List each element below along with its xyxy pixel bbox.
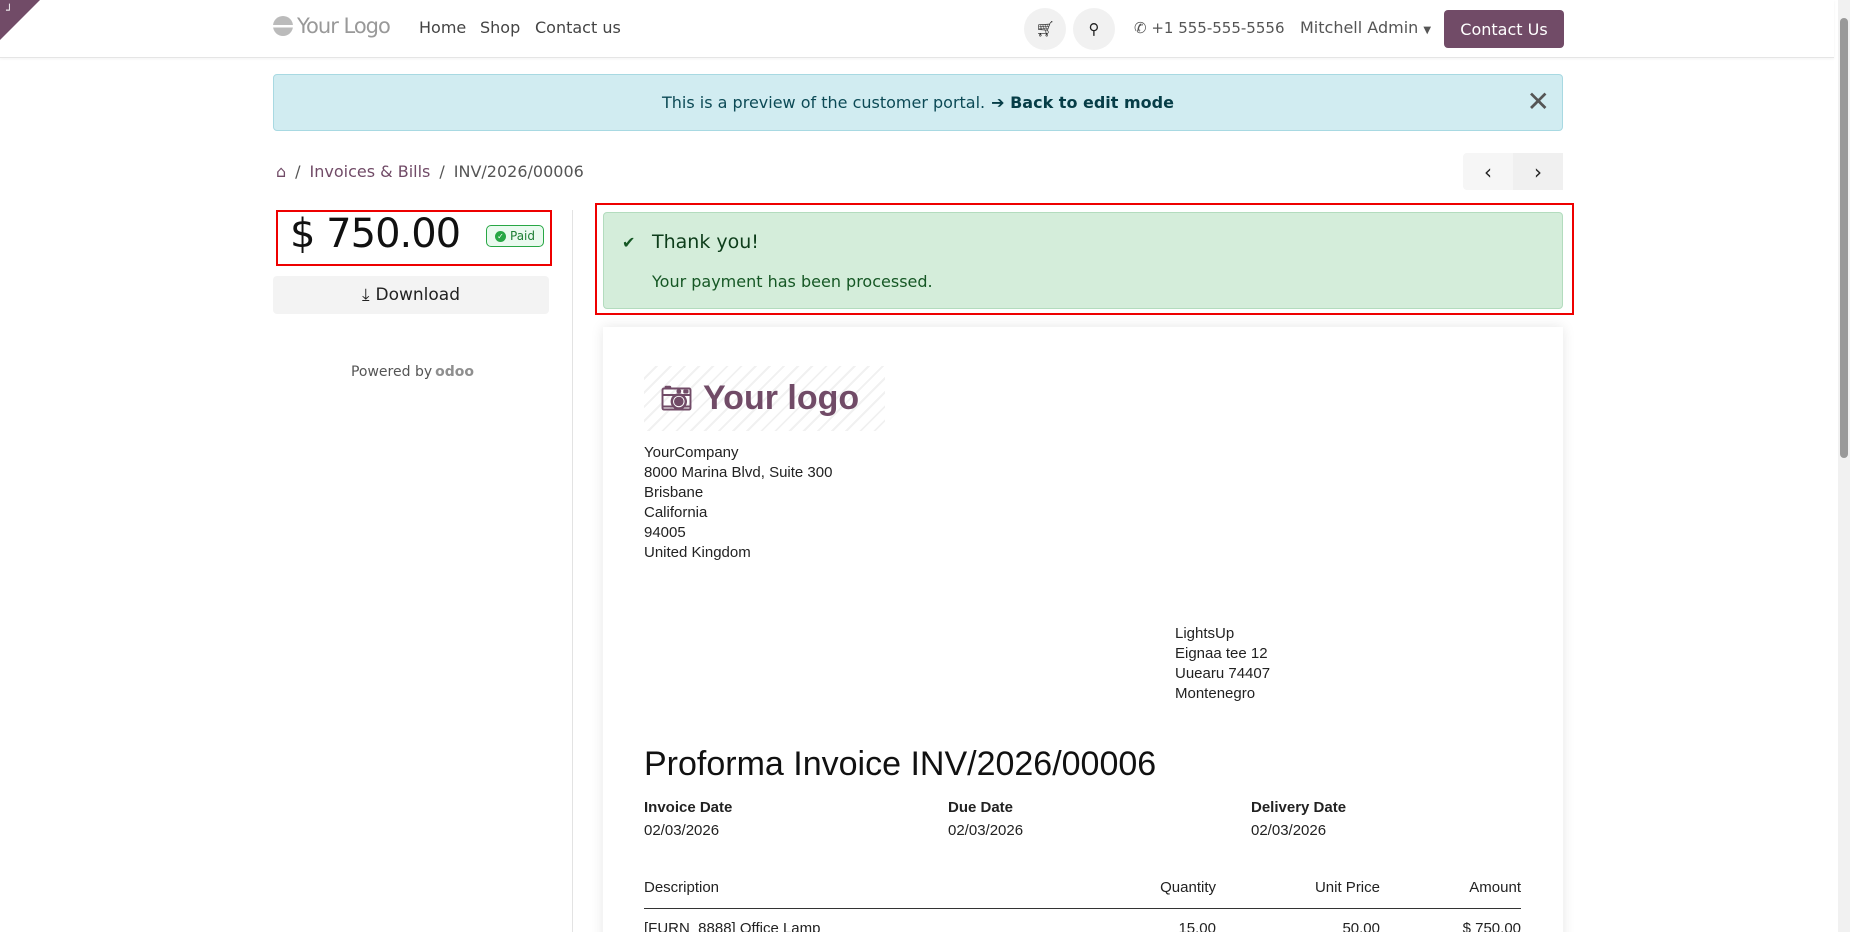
- due-date-value: 02/03/2026: [948, 822, 1024, 839]
- breadcrumb-invoices[interactable]: Invoices & Bills: [310, 162, 431, 181]
- caret-down-icon: ▼: [1423, 25, 1432, 36]
- nav-home[interactable]: Home: [419, 18, 466, 37]
- check-circle-icon: ✓: [495, 230, 506, 242]
- breadcrumb: ⌂ / Invoices & Bills / INV/2026/00006: [276, 162, 584, 181]
- nav-contact[interactable]: Contact us: [535, 18, 621, 37]
- invoice-title: Proforma Invoice INV/2026/00006: [644, 745, 1157, 783]
- breadcrumb-current: INV/2026/00006: [453, 162, 584, 181]
- address-line: Brisbane: [644, 484, 704, 501]
- address-line: 94005: [644, 524, 686, 541]
- chevron-left-icon: ‹: [1484, 159, 1492, 184]
- payment-success-alert: ✔ Thank you! Your payment has been proce…: [603, 212, 1563, 309]
- due-date-label: Due Date: [948, 799, 1014, 816]
- address-line: California: [644, 504, 708, 521]
- line-amount: $ 750.00: [1462, 920, 1521, 932]
- contact-us-button[interactable]: Contact Us: [1444, 10, 1564, 48]
- address-line: YourCompany: [644, 444, 739, 461]
- address-line: Uuearu 74407: [1175, 665, 1271, 682]
- separator: /: [295, 162, 301, 181]
- chevron-right-icon: ›: [1534, 159, 1542, 184]
- address-line: LightsUp: [1175, 625, 1235, 642]
- col-quantity: Quantity: [1160, 879, 1216, 896]
- phone-link[interactable]: ✆ +1 555-555-5556: [1134, 19, 1284, 37]
- nav-shop[interactable]: Shop: [480, 18, 520, 37]
- address-line: Montenegro: [1175, 685, 1256, 702]
- site-logo[interactable]: Your Logo: [273, 14, 391, 38]
- powered-by: Powered by odoo: [273, 364, 549, 380]
- invoice-amount: $ 750.00: [290, 211, 461, 257]
- banner-text: This is a preview of the customer portal…: [662, 93, 986, 112]
- phone-number: +1 555-555-5556: [1151, 19, 1285, 37]
- address-line: Eignaa tee 12: [1175, 645, 1268, 662]
- line-description: [FURN_8888] Office Lamp: [644, 920, 821, 932]
- delivery-date-label: Delivery Date: [1251, 799, 1347, 816]
- preview-banner: This is a preview of the customer portal…: [273, 74, 1563, 131]
- search-button[interactable]: ⚲: [1073, 8, 1115, 50]
- user-menu[interactable]: Mitchell Admin ▼: [1300, 18, 1431, 37]
- delivery-date-value: 02/03/2026: [1251, 822, 1327, 839]
- company-address: YourCompany 8000 Marina Blvd, Suite 300 …: [644, 443, 832, 563]
- download-label: Download: [375, 285, 461, 305]
- table-header-rule: [644, 908, 1521, 909]
- invoice-document: 📷︎ Your logo YourCompany 8000 Marina Blvd…: [603, 327, 1563, 932]
- line-unit-price: 50.00: [1342, 920, 1380, 932]
- odoo-link[interactable]: odoo: [435, 364, 474, 380]
- separator: /: [439, 162, 445, 181]
- powered-text: Powered by: [350, 364, 433, 380]
- prev-button[interactable]: ‹: [1463, 153, 1513, 190]
- col-description: Description: [644, 879, 720, 896]
- phone-icon: ✆: [1134, 19, 1152, 37]
- download-icon: ⤓: [361, 285, 370, 305]
- user-name: Mitchell Admin: [1300, 18, 1419, 37]
- cart-icon: 🛒︎: [1035, 20, 1055, 38]
- camera-plus-icon: 📷︎: [660, 383, 694, 413]
- company-logo: 📷︎ Your logo: [644, 366, 885, 431]
- invoice-date-label: Invoice Date: [644, 799, 733, 816]
- next-button[interactable]: ›: [1513, 153, 1563, 190]
- divider: [572, 210, 573, 932]
- logo-text: Your Logo: [297, 14, 391, 38]
- home-icon[interactable]: ⌂: [276, 162, 286, 181]
- line-quantity: 15.00: [1178, 920, 1216, 932]
- col-amount: Amount: [1469, 879, 1521, 896]
- pager: ‹ ›: [1463, 153, 1563, 190]
- alert-message: Your payment has been processed.: [652, 272, 933, 291]
- address-line: United Kingdom: [644, 544, 751, 561]
- invoice-date-value: 02/03/2026: [644, 822, 720, 839]
- status-badge: ✓ Paid: [486, 225, 545, 247]
- col-unit-price: Unit Price: [1314, 879, 1380, 896]
- back-to-edit-link[interactable]: ➔ Back to edit mode: [991, 93, 1174, 112]
- logo-icon: [273, 16, 293, 36]
- scrollbar-thumb[interactable]: [1840, 18, 1848, 458]
- address-line: 8000 Marina Blvd, Suite 300: [644, 464, 833, 481]
- logo-text: Your logo: [703, 379, 860, 417]
- close-icon[interactable]: ✕: [1527, 85, 1550, 118]
- download-button[interactable]: ⤓ Download: [273, 276, 549, 314]
- alert-title: Thank you!: [652, 231, 759, 253]
- status-text: Paid: [510, 229, 536, 243]
- customer-address: LightsUp Eignaa tee 12 Uuearu 74407 Mont…: [1175, 624, 1270, 704]
- search-icon: ⚲: [1088, 20, 1100, 38]
- check-icon: ✔: [622, 233, 636, 252]
- cart-button[interactable]: 🛒︎: [1024, 8, 1066, 50]
